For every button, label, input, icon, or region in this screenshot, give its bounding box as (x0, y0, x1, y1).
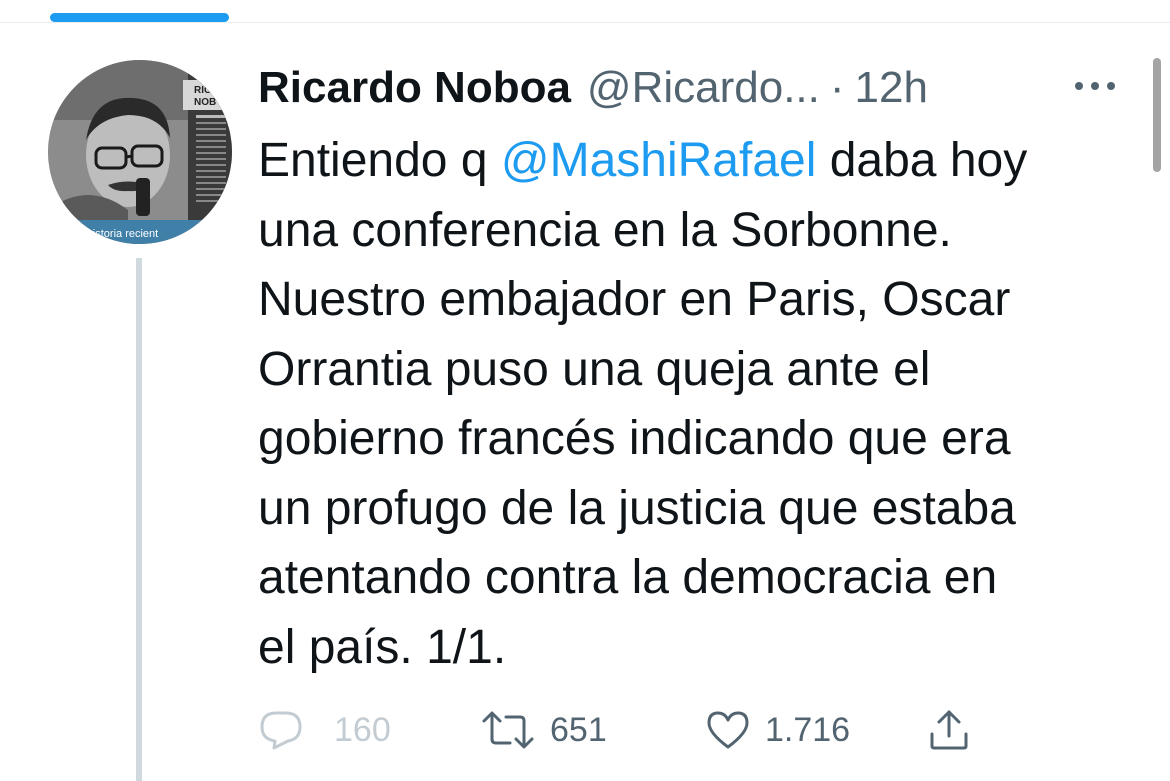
tweet-text-line-1: Entiendo q @MashiRafael daba hoy (258, 134, 1027, 187)
reply-button[interactable]: 160 (258, 700, 391, 760)
tweet-text-line-4: Orrantia puso una queja ante el (258, 342, 931, 396)
scrollbar-thumb[interactable] (1153, 58, 1161, 172)
separator-dot: · (829, 63, 845, 112)
avatar-caption: eron la historia recient (50, 228, 158, 240)
tweet-header: Ricardo Noboa @Ricardo... · 12h (258, 60, 928, 116)
heart-icon (707, 711, 749, 749)
retweet-button[interactable]: 651 (480, 700, 607, 760)
more-options-button[interactable] (1070, 70, 1120, 102)
tweet-text-segment: Entiendo q (258, 134, 501, 187)
avatar-heading-top: RIC (194, 85, 211, 96)
reply-count: 160 (334, 710, 391, 749)
avatar-image: RIC NOB eron la historia recient (48, 60, 232, 244)
more-horizontal-icon (1075, 82, 1115, 90)
like-button[interactable]: 1.716 (705, 700, 850, 760)
like-count: 1.716 (765, 710, 851, 749)
tweet-text-line-5: gobierno francés indicando que era (258, 412, 1011, 465)
tweet-text-line-6: un profugo de la justicia que estaba (258, 481, 1016, 535)
tweet-actions: 160 651 1.716 (258, 700, 1018, 760)
tweet-text-segment: daba hoy (816, 134, 1028, 187)
active-tab-indicator (50, 13, 229, 22)
timestamp[interactable]: 12h (855, 63, 928, 113)
retweet-count: 651 (550, 710, 607, 749)
mention-link[interactable]: @MashiRafael (501, 134, 817, 187)
thread-line (136, 258, 142, 781)
tweet-text-line-2: una conferencia en la Sorbonne. (258, 203, 952, 257)
tweet-text-line-7: atentando contra la democracia en (258, 551, 998, 604)
tweet-text: Entiendo q @MashiRafael daba hoy una con… (258, 126, 1138, 682)
retweet-icon (482, 711, 534, 749)
reply-bubble-icon (260, 711, 302, 750)
top-divider (0, 22, 1170, 23)
share-icon (930, 710, 968, 750)
tweet-text-line-3: Nuestro embajador en Paris, Oscar (258, 273, 1011, 326)
avatar-heading-bottom: NOB (194, 97, 216, 108)
author-name[interactable]: Ricardo Noboa (258, 63, 571, 113)
author-handle[interactable]: @Ricardo... (587, 63, 820, 113)
tweet-text-line-8: el país. 1/1. (258, 620, 507, 674)
share-button[interactable] (926, 700, 972, 760)
avatar[interactable]: RIC NOB eron la historia recient (48, 60, 232, 244)
